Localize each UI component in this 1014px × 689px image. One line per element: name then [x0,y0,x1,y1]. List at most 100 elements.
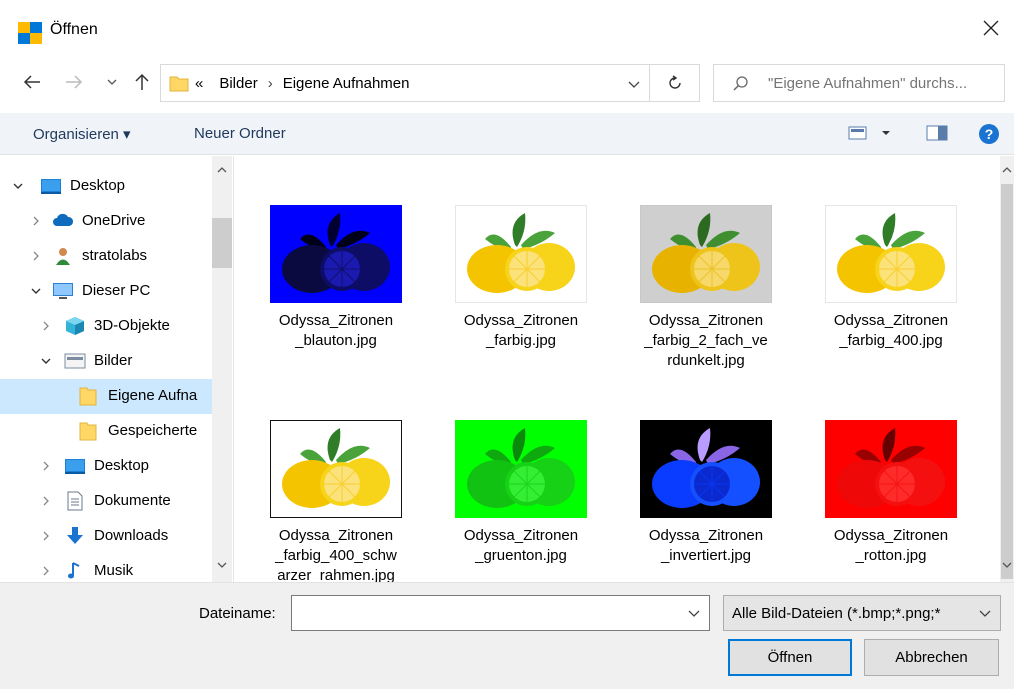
filename-combobox[interactable] [291,595,710,631]
file-type-value: Alle Bild-Dateien (*.bmp;*.png;* [732,605,941,622]
sidebar-item-label: OneDrive [82,212,146,229]
command-toolbar: Organisieren ▾ Neuer Ordner ? [0,113,1014,155]
sidebar-item-label: Musik [94,562,134,579]
chevron-down-icon[interactable] [29,284,43,298]
document-icon [64,491,86,511]
chevron-down-icon[interactable] [39,354,53,368]
sidebar-item[interactable]: OneDrive [0,204,212,239]
sidebar-item[interactable]: 3D-Objekte [0,309,212,344]
sidebar-item[interactable]: Eigene Aufna [0,379,212,414]
chevron-right-icon[interactable] [39,564,53,578]
filename-input[interactable] [298,604,678,621]
breadcrumb-separator: › [267,75,273,92]
chevron-down-icon [979,610,991,617]
cloud-icon [52,211,74,231]
file-name: Odyssa_Zitronen _farbig.jpg [463,312,579,349]
chevron-down-icon[interactable] [11,179,25,193]
arrow-left-icon [23,75,40,89]
pc-icon [52,281,74,301]
file-name: Odyssa_Zitronen _invertiert.jpg [648,527,764,564]
sidebar-item[interactable]: Desktop [0,449,212,484]
sidebar-item-label: Dieser PC [82,282,151,299]
sidebar-scroll-thumb[interactable] [212,218,232,268]
file-name: Odyssa_Zitronen _rotton.jpg [833,527,949,564]
recent-locations-button[interactable] [100,70,124,94]
chevron-right-icon[interactable] [39,319,53,333]
file-type-select[interactable]: Alle Bild-Dateien (*.bmp;*.png;* [723,595,1001,631]
folder-icon [169,76,189,92]
file-list: Odyssa_Zitronen _blauton.jpg Odyssa_Zitro… [233,156,1014,582]
sidebar-item[interactable]: Musik [0,554,212,582]
breadcrumb: « Bilder › Eigene Aufnahmen [195,75,409,92]
image-thumbnail [825,420,957,518]
sidebar-item[interactable]: Desktop [0,169,212,204]
sidebar-item[interactable]: Bilder [0,344,212,379]
image-thumbnail [270,420,402,518]
breadcrumb-item[interactable]: Eigene Aufnahmen [283,75,410,92]
breadcrumb-overflow[interactable]: « [195,75,203,92]
chevron-right-icon[interactable] [39,529,53,543]
search-input[interactable] [768,75,1002,92]
chevron-down-icon[interactable] [687,606,701,620]
navigation-bar: « Bilder › Eigene Aufnahmen [0,56,1014,112]
help-button[interactable]: ? [978,123,1000,149]
chevron-down-icon[interactable] [625,75,643,93]
back-button[interactable] [20,70,44,94]
chevron-down-icon [107,79,117,85]
arrow-up-icon [135,73,149,90]
navigation-pane: Desktop OneDrive stratolabs Dieser PC 3D-Obj… [0,156,232,582]
sidebar-item[interactable]: Dieser PC [0,274,212,309]
sidebar-item-label: Downloads [94,527,169,544]
cube-icon [64,316,86,336]
view-icon [848,126,890,140]
preview-pane-icon [926,125,948,141]
scroll-down-icon [1002,562,1012,568]
up-button[interactable] [130,70,154,94]
image-thumbnail [640,205,772,303]
open-button[interactable]: Öffnen [728,639,852,676]
new-folder-button[interactable]: Neuer Ordner [194,125,286,142]
search-icon [733,76,748,91]
view-options-button[interactable] [848,123,892,147]
organize-button[interactable]: Organisieren ▾ [33,125,131,143]
desktop-icon [64,456,86,476]
user-icon [52,246,74,266]
pictures-icon [64,351,86,371]
file-name: Odyssa_Zitronen _farbig_400_schw arzer_r… [275,527,397,582]
sidebar-item-label: Desktop [70,177,126,194]
chevron-right-icon[interactable] [39,494,53,508]
chevron-right-icon[interactable] [29,249,43,263]
sidebar-item[interactable]: stratolabs [0,239,212,274]
sidebar-item-label: Eigene Aufna [108,387,198,404]
chevron-right-icon[interactable] [29,214,43,228]
file-name: Odyssa_Zitronen _blauton.jpg [278,312,394,349]
window-title: Öffnen [50,21,98,38]
sidebar-item-label: Gespeicherte [108,422,198,439]
breadcrumb-item[interactable]: Bilder [219,75,257,92]
preview-pane-button[interactable] [925,123,949,147]
sidebar-item[interactable]: Dokumente [0,484,212,519]
image-thumbnail [455,205,587,303]
scroll-down-icon [217,562,227,568]
cancel-button[interactable]: Abbrechen [864,639,999,676]
sidebar-item[interactable]: Gespeicherte [0,414,212,449]
sidebar-scrollbar[interactable] [212,156,232,582]
forward-button[interactable] [62,70,86,94]
chevron-right-icon[interactable] [39,459,53,473]
sidebar-item-label: stratolabs [82,247,148,264]
svg-text:?: ? [985,126,994,142]
content-scroll-thumb[interactable] [1001,184,1013,579]
content-scrollbar[interactable] [1000,156,1014,582]
help-icon: ? [979,124,999,144]
close-button[interactable] [968,8,1014,48]
scroll-up-icon [1002,167,1012,173]
image-thumbnail [825,205,957,303]
dialog-footer: Dateiname: Alle Bild-Dateien (*.bmp;*.pn… [0,582,1014,689]
search-box[interactable] [713,64,1005,102]
file-name: Odyssa_Zitronen _gruenton.jpg [463,527,579,564]
address-bar[interactable]: « Bilder › Eigene Aufnahmen [160,64,700,102]
scroll-up-icon [217,167,227,173]
sidebar-item[interactable]: Downloads [0,519,212,554]
sidebar-item-label: Dokumente [94,492,171,509]
refresh-button[interactable] [649,65,699,101]
